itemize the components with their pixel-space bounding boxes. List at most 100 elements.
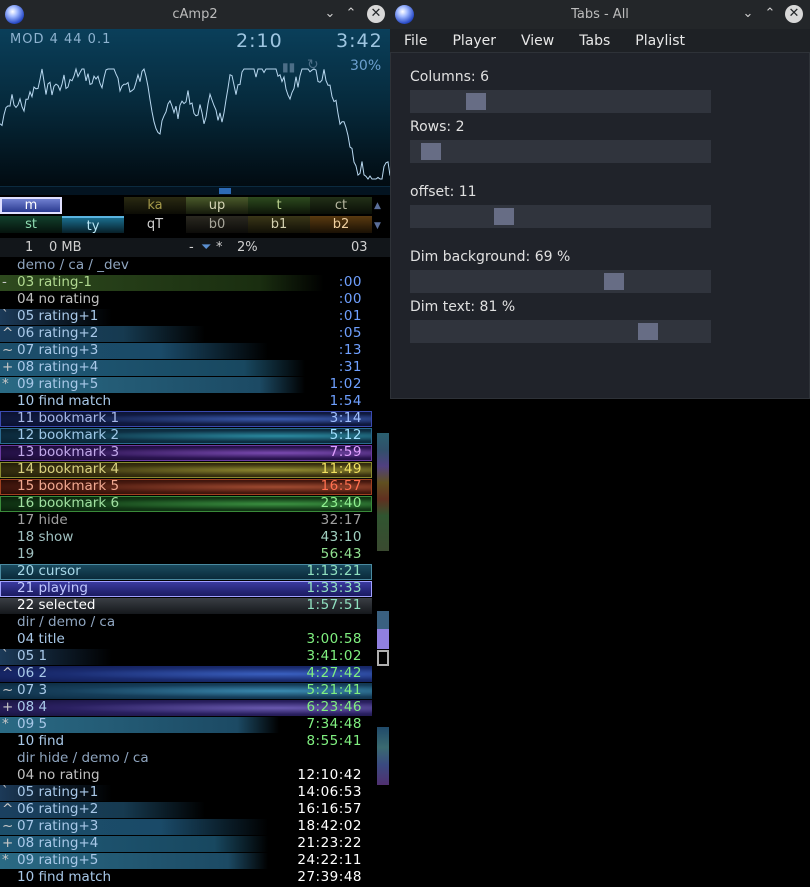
playlist-scrollbar-thumb[interactable]	[377, 629, 389, 649]
top-button-2[interactable]: ka	[124, 197, 186, 214]
row-rating-prefix: *	[2, 716, 9, 732]
playlist-row[interactable]: ~07 3 5:21:41	[0, 682, 390, 699]
slider-handle[interactable]	[466, 93, 486, 110]
playlist[interactable]: demo / ca / _dev -03 rating-1:00 04 no rat…	[0, 257, 390, 886]
playlist-row[interactable]: dir hide / demo / ca	[0, 750, 390, 767]
tabs-settings-panel: Columns: 6 Rows: 2 offset: 11 Dim backgr…	[390, 52, 810, 399]
playlist-row[interactable]: 18 show 43:10	[0, 529, 390, 546]
repeat-icon[interactable]: ↻	[307, 57, 319, 73]
filter-icon[interactable]: ⏷	[201, 238, 211, 257]
playlist-scrollbar-mark[interactable]	[377, 611, 389, 629]
playlist-row[interactable]: 20 cursor 1:13:21	[0, 563, 390, 580]
bottom-button-2[interactable]: qT	[124, 216, 186, 233]
slider-handle[interactable]	[421, 143, 441, 160]
close-icon[interactable]: ✕	[367, 5, 385, 23]
playlist-row[interactable]: +08 4 6:23:46	[0, 699, 390, 716]
playlist-row[interactable]: 16 bookmark 6 23:40	[0, 495, 390, 512]
top-button-3[interactable]: up	[186, 197, 248, 214]
chevron-down-icon[interactable]: ⌄	[322, 6, 338, 22]
playlist-row[interactable]: 04 no rating:00	[0, 291, 390, 308]
menu-player[interactable]: Player	[452, 33, 496, 49]
playlist-row[interactable]: * 09 rating+5 1:02	[0, 376, 390, 393]
bottom-button-5[interactable]: b2	[310, 216, 372, 233]
menu-file[interactable]: File	[404, 33, 427, 49]
top-button-5[interactable]: ct	[310, 197, 372, 214]
playlist-row[interactable]: 10 find match 27:39:48	[0, 869, 390, 886]
seek-bar[interactable]	[0, 186, 390, 195]
playlist-row[interactable]: +08 rating+4 21:23:22	[0, 835, 390, 852]
playlist-row[interactable]: 11 bookmark 1 3:14	[0, 410, 390, 427]
playlist-scrollbar-cursor[interactable]	[377, 650, 389, 666]
playlist-row[interactable]: demo / ca / _dev	[0, 257, 390, 274]
playlist-row[interactable]: 21 playing 1:33:33	[0, 580, 390, 597]
playlist-row[interactable]: 22 selected 1:57:51	[0, 597, 390, 614]
dim-text-slider[interactable]	[410, 320, 711, 343]
top-button-0[interactable]: m	[0, 197, 62, 214]
row-time: 11:49	[320, 461, 362, 477]
playlist-scrollbar-marks-1[interactable]	[377, 433, 389, 551]
playlist-row[interactable]: 14 bookmark 4 11:49	[0, 461, 390, 478]
playlist-row[interactable]: ` 05 rating+1 14:06:53	[0, 784, 390, 801]
row-time: 3:00:58	[306, 631, 362, 647]
bottom-button-4[interactable]: b1	[248, 216, 310, 233]
playlist-row[interactable]: 19 56:43	[0, 546, 390, 563]
slider-handle[interactable]	[494, 208, 514, 225]
playlist-row[interactable]: ^ 06 2 4:27:42	[0, 665, 390, 682]
playlist-row[interactable]: 17 hide 32:17	[0, 512, 390, 529]
slider-handle[interactable]	[604, 273, 624, 290]
row-time: :00	[338, 291, 362, 307]
row-time: 1:13:21	[306, 563, 362, 579]
menu-playlist[interactable]: Playlist	[635, 33, 685, 49]
row-rating-prefix: -	[2, 274, 7, 290]
row-title: 07 3	[17, 682, 48, 698]
playlist-row[interactable]: ^ 06 rating+2 16:16:57	[0, 801, 390, 818]
close-icon[interactable]: ✕	[785, 5, 803, 23]
chevron-down-icon[interactable]: ⌄	[740, 6, 756, 22]
playlist-row[interactable]: ` 05 1 3:41:02	[0, 648, 390, 665]
offset-slider[interactable]	[410, 205, 711, 228]
menu-view[interactable]: View	[521, 33, 554, 49]
row-title: 07 rating+3	[17, 342, 99, 358]
pause-icon[interactable]: ▮▮	[282, 60, 295, 74]
bottom-button-1[interactable]: ty	[62, 216, 124, 234]
playlist-row[interactable]: -03 rating-1:00	[0, 274, 390, 291]
chevron-up-icon[interactable]: ⌃	[343, 6, 359, 22]
playlist-row[interactable]: ` 05 rating+1:01	[0, 308, 390, 325]
top-button-1[interactable]	[62, 197, 124, 214]
seek-knob[interactable]	[219, 188, 231, 194]
playlist-row[interactable]: ^ 06 rating+2:05	[0, 325, 390, 342]
camp-titlebar[interactable]: cAmp2 ⌄ ⌃ ✕	[0, 0, 390, 29]
scroll-down-icon[interactable]: ▼	[374, 221, 381, 231]
playlist-row[interactable]: ~07 rating+3:13	[0, 342, 390, 359]
playlist-row[interactable]: +08 rating+4:31	[0, 359, 390, 376]
playlist-row[interactable]: 12 bookmark 2 5:12	[0, 427, 390, 444]
top-button-4[interactable]: t	[248, 197, 310, 214]
scroll-up-icon[interactable]: ▲	[374, 201, 381, 211]
volume-level[interactable]: 30%	[350, 58, 381, 74]
bottom-button-3[interactable]: b0	[186, 216, 248, 233]
slider-handle[interactable]	[638, 323, 658, 340]
visualizer[interactable]: MOD 4 44 0.1 2:10 3:42 ▮▮ ↻ 30%	[0, 29, 390, 194]
playlist-row[interactable]: 13 bookmark 3 7:59	[0, 444, 390, 461]
bottom-button-0[interactable]: st	[0, 216, 62, 233]
dim-background-slider[interactable]	[410, 270, 711, 293]
playlist-row[interactable]: * 09 5 7:34:48	[0, 716, 390, 733]
playlist-row[interactable]: 04 title 3:00:58	[0, 631, 390, 648]
row-title: 11 bookmark 1	[17, 410, 120, 426]
playlist-scrollbar-marks-2[interactable]	[377, 727, 389, 785]
app-icon[interactable]	[5, 5, 24, 24]
playlist-row[interactable]: 15 bookmark 5 16:57	[0, 478, 390, 495]
playlist-row[interactable]: * 09 rating+5 24:22:11	[0, 852, 390, 869]
chevron-up-icon[interactable]: ⌃	[762, 6, 778, 22]
app-icon[interactable]	[395, 5, 414, 24]
playlist-row[interactable]: 10 find 8:55:41	[0, 733, 390, 750]
tabs-titlebar[interactable]: Tabs - All ⌄ ⌃ ✕	[390, 0, 810, 29]
columns-slider[interactable]	[410, 90, 711, 113]
playlist-row[interactable]: ~07 rating+3 18:42:02	[0, 818, 390, 835]
playlist-row[interactable]: dir / demo / ca	[0, 614, 390, 631]
playlist-row[interactable]: 10 find match 1:54	[0, 393, 390, 410]
rows-slider[interactable]	[410, 140, 711, 163]
row-time: 1:02	[329, 376, 362, 392]
playlist-row[interactable]: 04 no rating 12:10:42	[0, 767, 390, 784]
menu-tabs[interactable]: Tabs	[579, 33, 610, 49]
